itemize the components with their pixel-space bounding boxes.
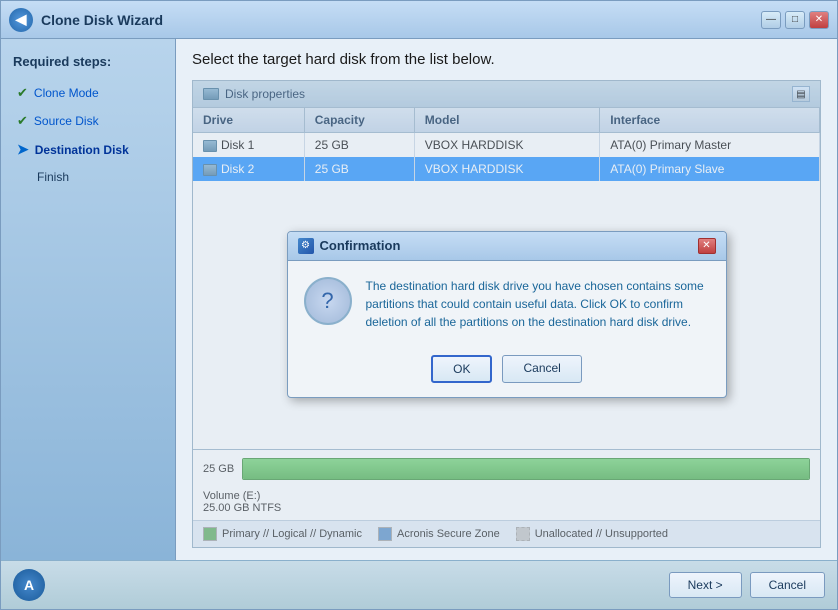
dialog-footer: OK Cancel: [288, 347, 726, 397]
dialog-title-text: Confirmation: [320, 238, 401, 253]
dialog-title-left: ⚙ Confirmation: [298, 238, 401, 254]
close-button[interactable]: ✕: [809, 11, 829, 29]
maximize-button[interactable]: □: [785, 11, 805, 29]
main-content: Required steps: ✔ Clone Mode ✔ Source Di…: [1, 39, 837, 560]
title-bar-buttons: — □ ✕: [761, 11, 829, 29]
sidebar-item-source-disk[interactable]: ✔ Source Disk: [13, 109, 163, 133]
sidebar-item-finish: Finish: [13, 166, 163, 188]
dialog-title-icon: ⚙: [298, 238, 314, 254]
warning-icon: ?: [304, 277, 352, 325]
confirmation-dialog-overlay: ⚙ Confirmation ✕ ? The destination hard …: [193, 81, 820, 547]
window-title: Clone Disk Wizard: [41, 12, 761, 28]
main-window: ◀ Clone Disk Wizard — □ ✕ Required steps…: [0, 0, 838, 610]
app-icon: ◀: [9, 8, 33, 32]
dialog-close-button[interactable]: ✕: [698, 238, 716, 254]
footer: A Next > Cancel: [1, 560, 837, 609]
sidebar-item-destination-disk: ➤ Destination Disk: [13, 137, 163, 162]
next-button[interactable]: Next >: [669, 572, 742, 598]
dialog-cancel-button[interactable]: Cancel: [502, 355, 581, 383]
dialog-title-bar: ⚙ Confirmation ✕: [288, 232, 726, 261]
sidebar: Required steps: ✔ Clone Mode ✔ Source Di…: [1, 39, 176, 560]
sidebar-item-clone-mode[interactable]: ✔ Clone Mode: [13, 81, 163, 105]
footer-logo: A: [13, 569, 45, 601]
minimize-button[interactable]: —: [761, 11, 781, 29]
dialog-body: ? The destination hard disk drive you ha…: [288, 261, 726, 347]
title-bar: ◀ Clone Disk Wizard — □ ✕: [1, 1, 837, 39]
check-icon-source: ✔: [17, 113, 28, 129]
arrow-icon-destination: ➤: [17, 141, 29, 158]
right-panel: Select the target hard disk from the lis…: [176, 39, 837, 560]
finish-label: Finish: [37, 170, 69, 184]
clone-mode-link[interactable]: Clone Mode: [34, 86, 99, 100]
sidebar-title: Required steps:: [13, 54, 163, 69]
confirmation-dialog: ⚙ Confirmation ✕ ? The destination hard …: [287, 231, 727, 398]
cancel-button[interactable]: Cancel: [750, 572, 825, 598]
disk-properties-panel: Disk properties ▤ Drive Capacity Model I…: [192, 80, 821, 548]
source-disk-link[interactable]: Source Disk: [34, 114, 99, 128]
destination-disk-label: Destination Disk: [35, 143, 129, 157]
check-icon-clone: ✔: [17, 85, 28, 101]
dialog-message: The destination hard disk drive you have…: [366, 277, 710, 331]
ok-button[interactable]: OK: [431, 355, 492, 383]
page-title: Select the target hard disk from the lis…: [192, 51, 821, 68]
